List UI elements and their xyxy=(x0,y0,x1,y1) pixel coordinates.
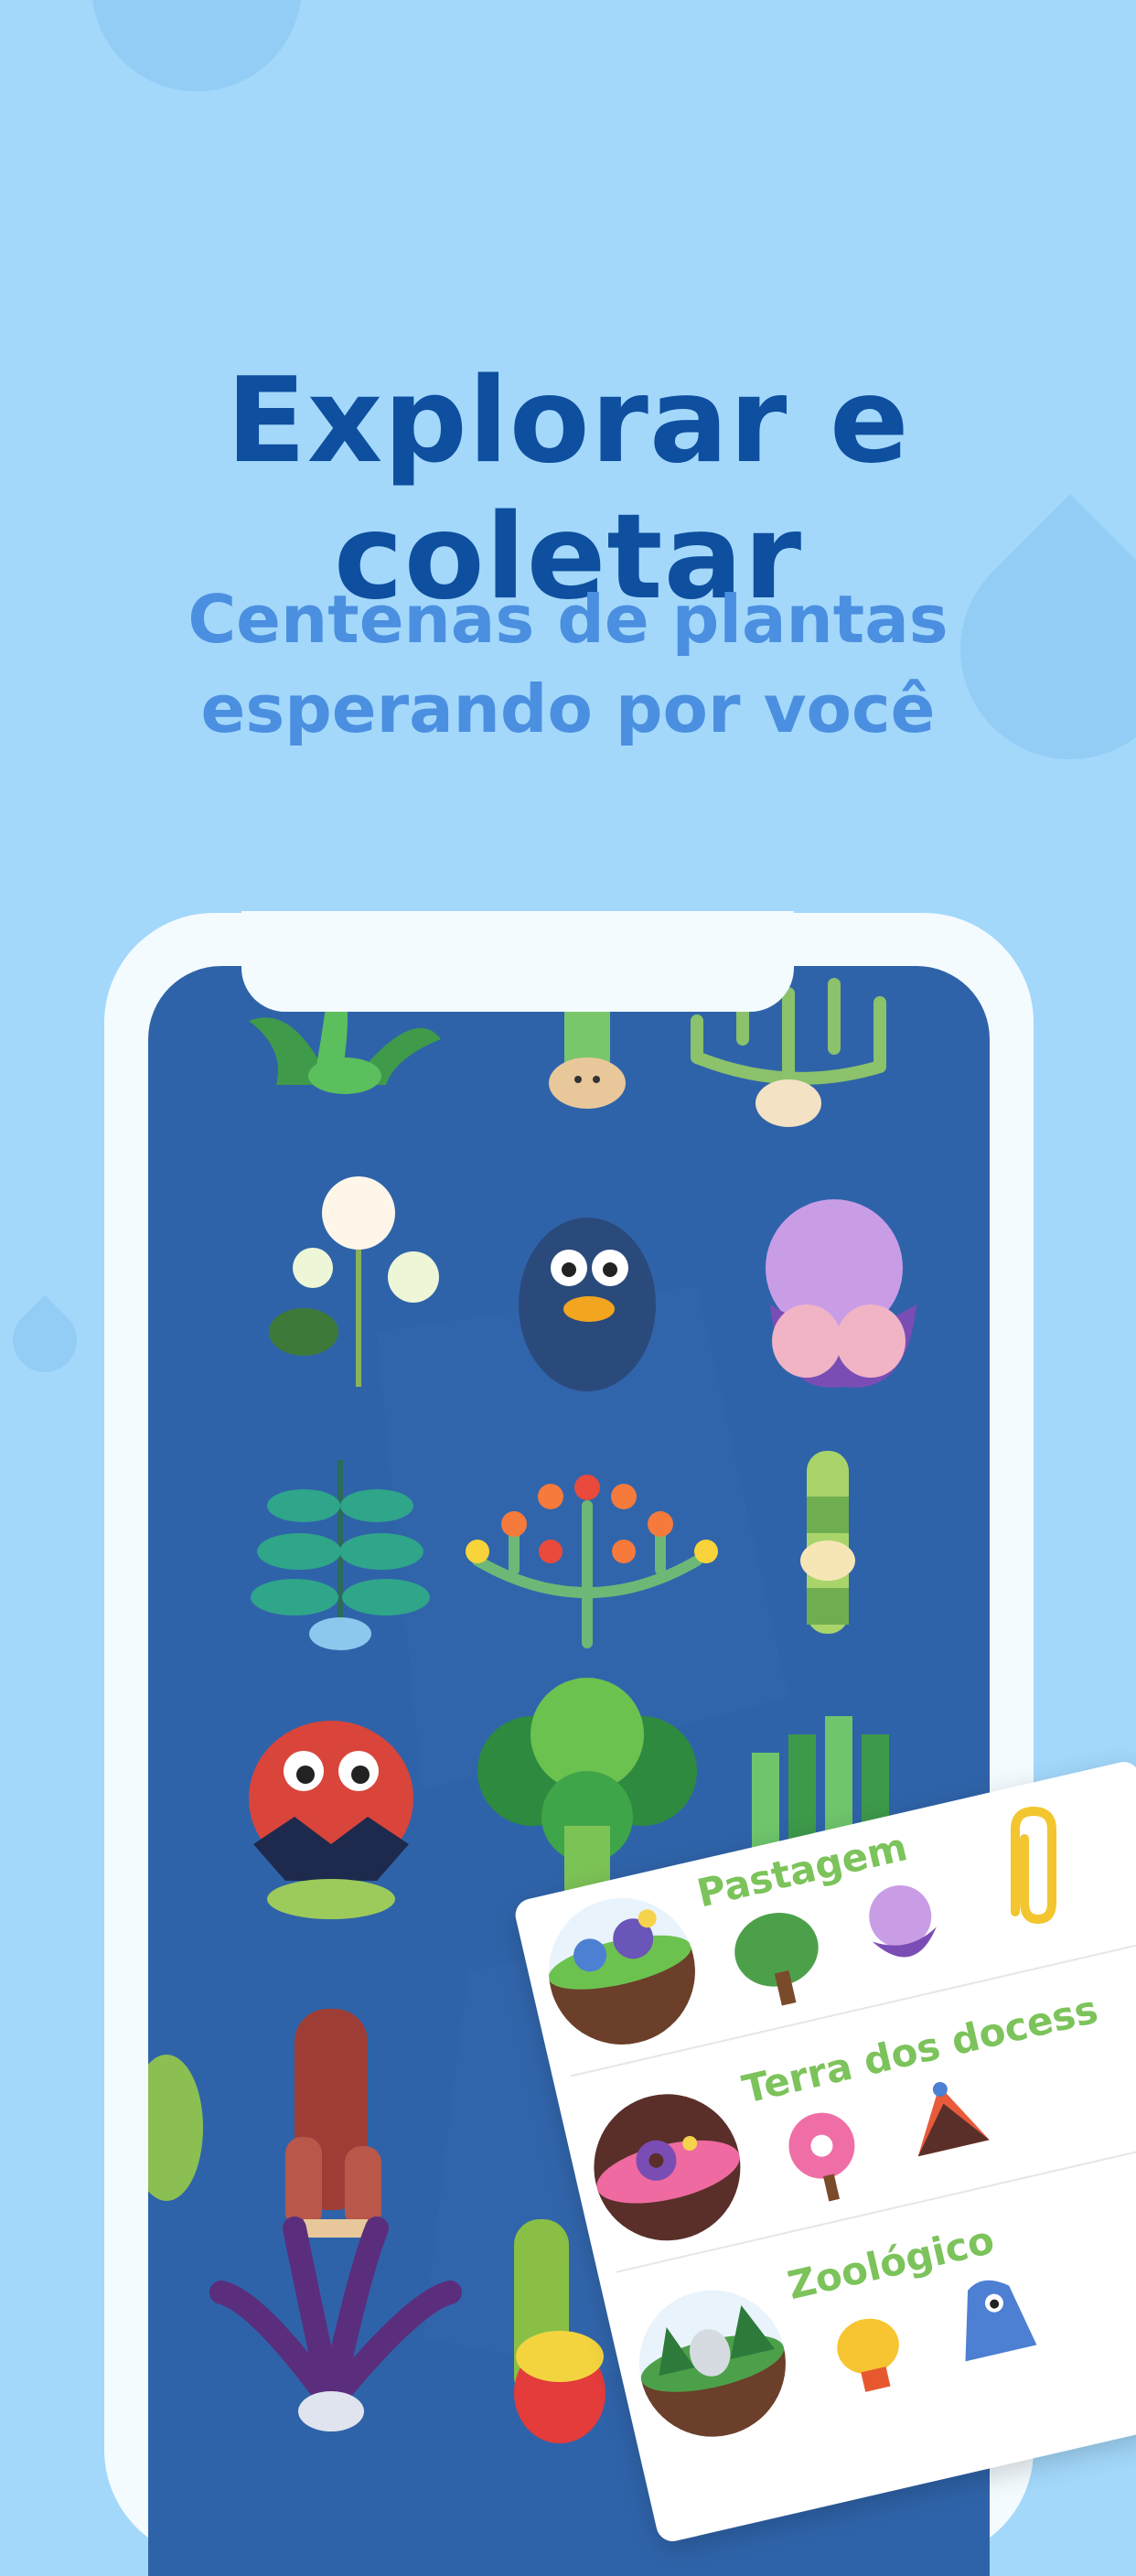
zoo-world-icon xyxy=(624,2275,800,2452)
plant-character-icon[interactable] xyxy=(209,2216,462,2431)
plant-character-icon[interactable] xyxy=(285,2009,381,2238)
donut-character-icon xyxy=(768,2096,880,2215)
duck-character-icon xyxy=(813,2292,925,2410)
tree-character-icon xyxy=(723,1899,834,2018)
plant-character-icon[interactable] xyxy=(766,1199,916,1388)
purple-plant-icon xyxy=(848,1871,959,1990)
plant-character-icon[interactable] xyxy=(249,1721,413,1919)
background-drop-top xyxy=(91,0,302,91)
cake-character-icon xyxy=(893,2066,1004,2185)
pasture-world-icon xyxy=(533,1883,710,2059)
subheadline: Centenas de plantas esperando por você xyxy=(0,574,1136,754)
paperclip-icon xyxy=(988,1802,1079,1930)
candy-world-icon xyxy=(579,2079,756,2256)
plant-character-icon[interactable] xyxy=(800,1451,855,1634)
phone-notch xyxy=(241,911,794,1012)
plant-character-icon[interactable] xyxy=(519,1218,656,1391)
plant-character-icon[interactable] xyxy=(148,2055,203,2201)
subheadline-line-1: Centenas de plantas xyxy=(188,581,948,658)
subheadline-line-2: esperando por você xyxy=(200,671,936,747)
background-drop-left xyxy=(0,1294,91,1386)
blue-bird-character-icon xyxy=(938,2262,1049,2381)
